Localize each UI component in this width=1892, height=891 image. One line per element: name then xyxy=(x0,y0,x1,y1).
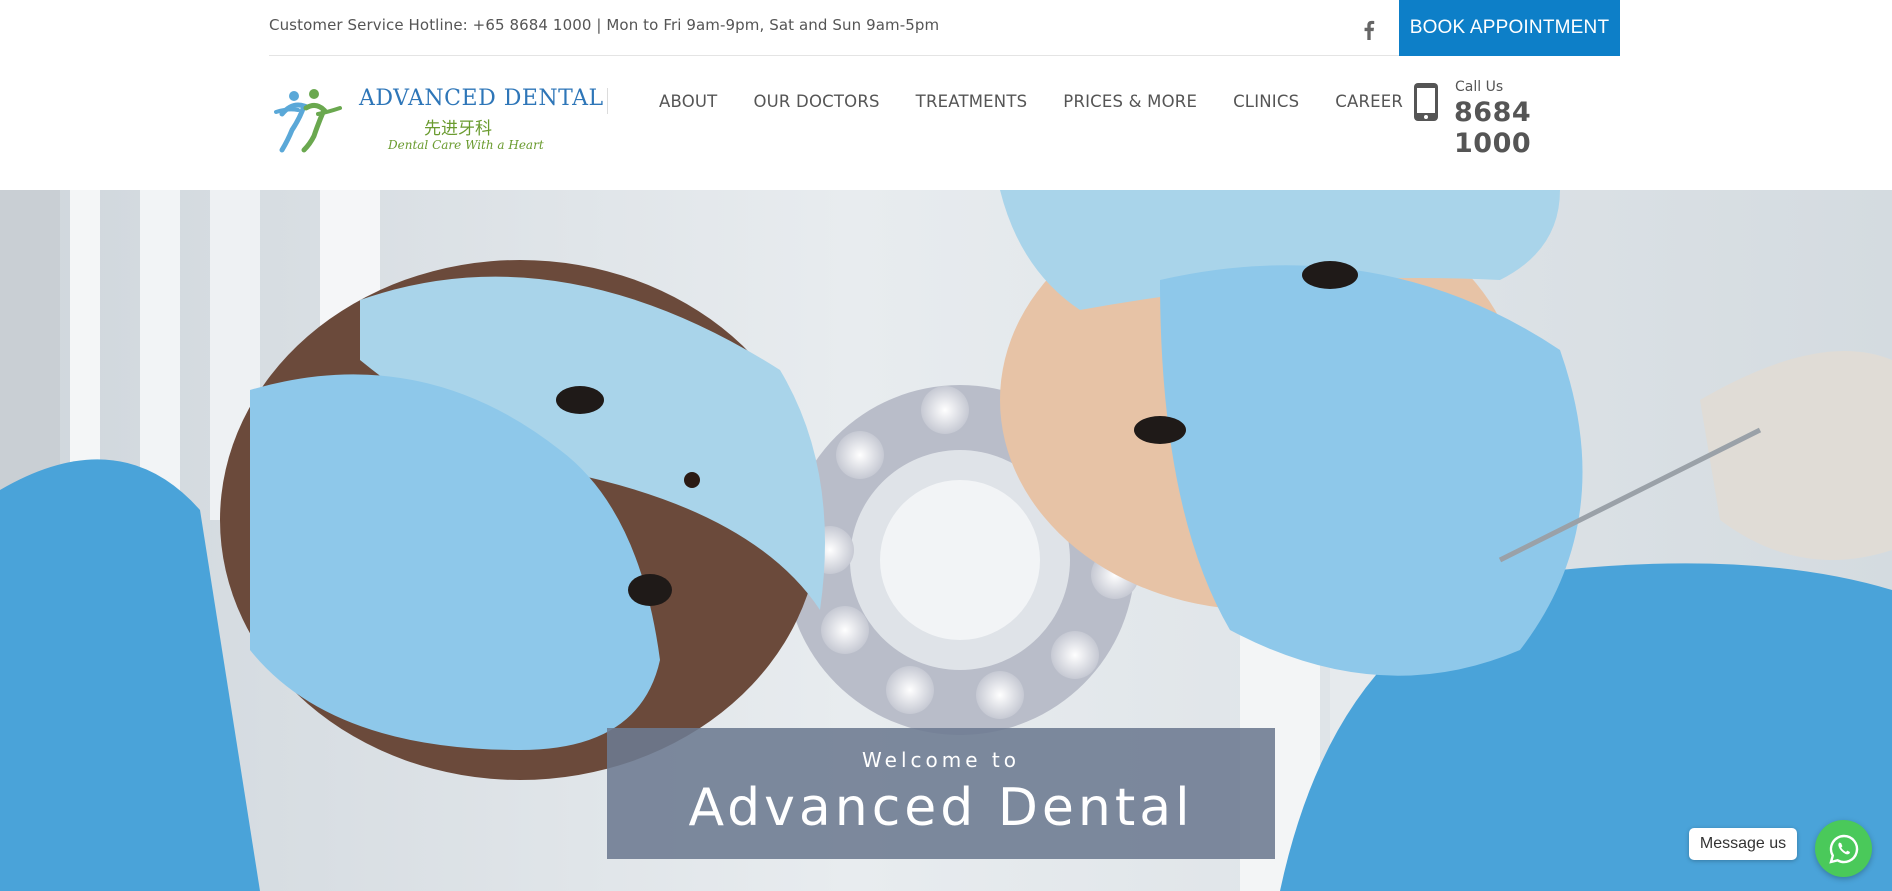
site-logo[interactable]: ADVANCED DENTAL 先进牙科 Dental Care With a … xyxy=(274,84,603,158)
main-navigation: ABOUT OUR DOCTORS TREATMENTS PRICES & MO… xyxy=(659,92,1403,111)
mobile-phone-icon xyxy=(1414,83,1438,121)
customer-service-hotline: Customer Service Hotline: +65 8684 1000 … xyxy=(269,16,940,34)
facebook-icon[interactable] xyxy=(1362,20,1376,40)
top-bar: Customer Service Hotline: +65 8684 1000 … xyxy=(269,0,1620,56)
call-us-block[interactable]: Call Us 8684 1000 xyxy=(1413,78,1593,159)
nav-our-doctors[interactable]: OUR DOCTORS xyxy=(753,92,879,111)
whatsapp-button[interactable] xyxy=(1815,820,1872,877)
call-us-label: Call Us xyxy=(1455,79,1504,95)
call-us-number[interactable]: 8684 1000 xyxy=(1454,97,1593,159)
nav-about[interactable]: ABOUT xyxy=(659,92,717,111)
message-us-bubble[interactable]: Message us xyxy=(1689,828,1797,860)
book-appointment-button[interactable]: BOOK APPOINTMENT xyxy=(1399,0,1620,56)
nav-career[interactable]: CAREER xyxy=(1335,92,1403,111)
nav-treatments[interactable]: TREATMENTS xyxy=(916,92,1028,111)
welcome-banner: Welcome to Advanced Dental xyxy=(607,728,1275,859)
hero-banner: Welcome to Advanced Dental xyxy=(0,190,1892,891)
logo-name: ADVANCED DENTAL xyxy=(359,86,604,111)
logo-divider xyxy=(607,88,608,114)
welcome-subtitle: Welcome to xyxy=(862,748,1020,772)
main-header: ADVANCED DENTAL 先进牙科 Dental Care With a … xyxy=(0,56,1892,190)
logo-tagline: Dental Care With a Heart xyxy=(388,138,544,152)
welcome-title: Advanced Dental xyxy=(688,778,1194,838)
nav-prices-and-more[interactable]: PRICES & MORE xyxy=(1063,92,1197,111)
logo-chinese: 先进牙科 xyxy=(424,119,492,139)
whatsapp-icon xyxy=(1828,834,1858,864)
nav-clinics[interactable]: CLINICS xyxy=(1233,92,1299,111)
